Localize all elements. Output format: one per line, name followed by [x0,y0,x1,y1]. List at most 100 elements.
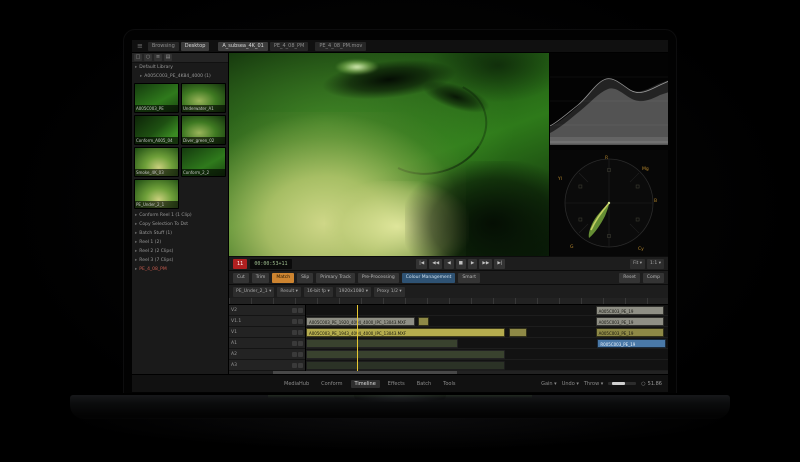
tl-tracks[interactable]: A005C003_PE_19 A005C003_PE_1920_4094_4000… [306,305,668,371]
timeline-clip[interactable] [306,339,458,348]
go-start-button[interactable]: |◀ [416,259,427,269]
list-view-icon[interactable]: ≡ [154,54,162,61]
bottom-tab-batch[interactable]: Batch [413,380,435,388]
fast-forward-button[interactable]: ▶▶ [479,259,492,269]
tree-item-copy-selection-to-dst[interactable]: ▸Copy Selection To Dst [132,220,228,229]
bottom-item-throw[interactable]: Throw ▾ [584,381,603,387]
tree-item-pe-4-08-pm[interactable]: ▸PE_4_08_PM [132,265,228,274]
grid-view-icon[interactable]: ▤ [164,54,172,61]
track-toggle[interactable] [298,363,303,368]
track-toggle[interactable] [292,330,297,335]
timeline-clip[interactable]: A005C003_PE_1920_4094_4000_IPC_13043.MXF [306,317,415,326]
clip-thumbnail-pe-under-2-1[interactable]: PE_Under_2_1 [134,179,179,209]
timeline-clip[interactable]: A005C003_PE_19 [596,328,665,337]
tab-browsing[interactable]: Browsing [148,42,179,51]
track-toggle[interactable] [298,319,303,324]
menu-icon[interactable]: ≡ [135,40,145,53]
tree-item-batch-stuff-1[interactable]: ▸Batch Stuff (1) [132,229,228,238]
smart-button[interactable]: Smart [458,273,480,283]
bottom-tab-conform[interactable]: Conform [317,380,346,388]
track-header-v1-1[interactable]: V1.1 [229,316,305,327]
track-label: V1 [231,330,237,335]
pre-processing-button[interactable]: Pre-Processing [358,273,399,283]
clip-thumbnail-diver-green-02[interactable]: Diver_green_02 [181,115,226,145]
timeline-clip[interactable]: A005C003_PE_19 [596,317,665,326]
reset-button[interactable]: Reset [619,273,640,283]
clip-thumbnail-underwater-a1[interactable]: Underwater_A1 [181,83,226,113]
track-header-a3[interactable]: A3 [229,360,305,371]
fit-dropdown[interactable]: Fit ▾ [630,259,645,269]
bottom-item-undo[interactable]: Undo ▾ [562,381,579,387]
tree-item-reel-3-7-clips[interactable]: ▸Reel 3 (7 Clips) [132,256,228,265]
track-toggle[interactable] [298,341,303,346]
viewer[interactable] [229,53,549,256]
bottom-slider-thumb[interactable] [612,382,625,385]
play-button[interactable]: ▶ [468,259,477,269]
pe-under-2-1-dropdown[interactable]: PE_Under_2_1 ▾ [233,287,274,297]
track-toggle[interactable] [292,308,297,313]
bottom-tab-timeline[interactable]: Timeline [351,380,380,388]
folder-icon[interactable]: □ [134,54,142,61]
1920x1080-dropdown[interactable]: 1920x1080 ▾ [336,287,371,297]
tab-a-subsea-4k-01[interactable]: A_subsea_4K_01 [218,42,267,51]
timeline-clip[interactable]: A005C003_PE_1943_4094_4000_IPC_13043.MXF [306,328,505,337]
tree-item-conform-reel-1-1-clip[interactable]: ▸Conform Reel 1 (1 Clip) [132,211,228,220]
bottom-slider[interactable] [608,382,636,385]
track-toggle[interactable] [298,308,303,313]
slip-button[interactable]: Slip [297,273,313,283]
rewind-button[interactable]: ◀◀ [429,259,442,269]
tree-item-reel-2-2-clips[interactable]: ▸Reel 2 (2 Clips) [132,247,228,256]
bottom-item-gain[interactable]: Gain ▾ [541,381,557,387]
caret-icon: ▸ [135,258,137,263]
proxy-1-2-dropdown[interactable]: Proxy 1/2 ▾ [374,287,405,297]
clip-thumbnail-smoke-4k-03[interactable]: Smoke_4K_03 [134,147,179,177]
primary-track-button[interactable]: Primary Track [316,273,355,283]
timeline-clip[interactable]: A005C003_PE_19 [596,306,665,315]
track-toggle[interactable] [298,330,303,335]
track-toggle[interactable] [292,352,297,357]
go-end-button[interactable]: ▶| [494,259,505,269]
colour-management-button[interactable]: Colour Management [402,273,456,283]
result-dropdown[interactable]: Result ▾ [277,287,301,297]
vectorscope-label-cy: Cy [638,246,644,252]
comp-button[interactable]: Comp [643,273,664,283]
tree-item-reel-1-2[interactable]: ▸Reel 1 (2) [132,238,228,247]
caret-icon: ▸ [135,213,137,218]
stop-button[interactable]: ■ [456,259,466,269]
match-button[interactable]: Match [272,273,294,283]
timeline-clip[interactable] [306,350,505,359]
track-header-a2[interactable]: A2 [229,349,305,360]
play-reverse-button[interactable]: ◀ [444,259,453,269]
tab-pe-4-08-pm-mov[interactable]: PE_4_08_PM.mov [315,42,366,51]
timeline-ruler[interactable] [229,298,668,305]
bottom-tab-effects[interactable]: Effects [384,380,409,388]
cut-button[interactable]: Cut [233,273,249,283]
tab-pe-4-08-pm[interactable]: PE_4_08_PM [270,42,309,51]
clip-thumbnail-a005c003-pe[interactable]: A005C003_PE [134,83,179,113]
16-bit-fp-dropdown[interactable]: 16-bit fp ▾ [304,287,333,297]
track-header-a1[interactable]: A1 [229,338,305,349]
media-toolbar: □○≡▤ [132,53,228,63]
bottom-tab-mediahub[interactable]: MediaHub [280,380,313,388]
clip-thumbnail-conform-2-2[interactable]: Conform_2_2 [181,147,226,177]
timeline-clip[interactable] [509,328,527,337]
tree-item-a005c003-pe-4k84-4000-1[interactable]: ▸A005C003_PE_4K84_4000 (1) [132,72,228,81]
track-header-v2[interactable]: V2 [229,305,305,316]
trim-button[interactable]: Trim [252,273,270,283]
search-icon[interactable]: ○ [144,54,152,61]
vectorscope-label-r: R [605,155,608,161]
track-header-v1[interactable]: V1 [229,327,305,338]
track-toggle[interactable] [292,319,297,324]
tab-desktop[interactable]: Desktop [181,42,210,51]
tree-item-default-library[interactable]: ▸Default Library [132,63,228,72]
1-1-dropdown[interactable]: 1:1 ▾ [647,259,664,269]
track-toggle[interactable] [292,341,297,346]
track-toggle[interactable] [298,352,303,357]
track-toggle[interactable] [292,363,297,368]
timeline-clip[interactable]: R005C003_PE_19 [597,339,666,348]
timeline-clip[interactable] [418,317,429,326]
bottom-tab-tools[interactable]: Tools [439,380,459,388]
playhead[interactable] [357,305,358,371]
timeline-clip[interactable] [306,361,505,370]
clip-thumbnail-conform-a005-04[interactable]: Conform_A005_04 [134,115,179,145]
